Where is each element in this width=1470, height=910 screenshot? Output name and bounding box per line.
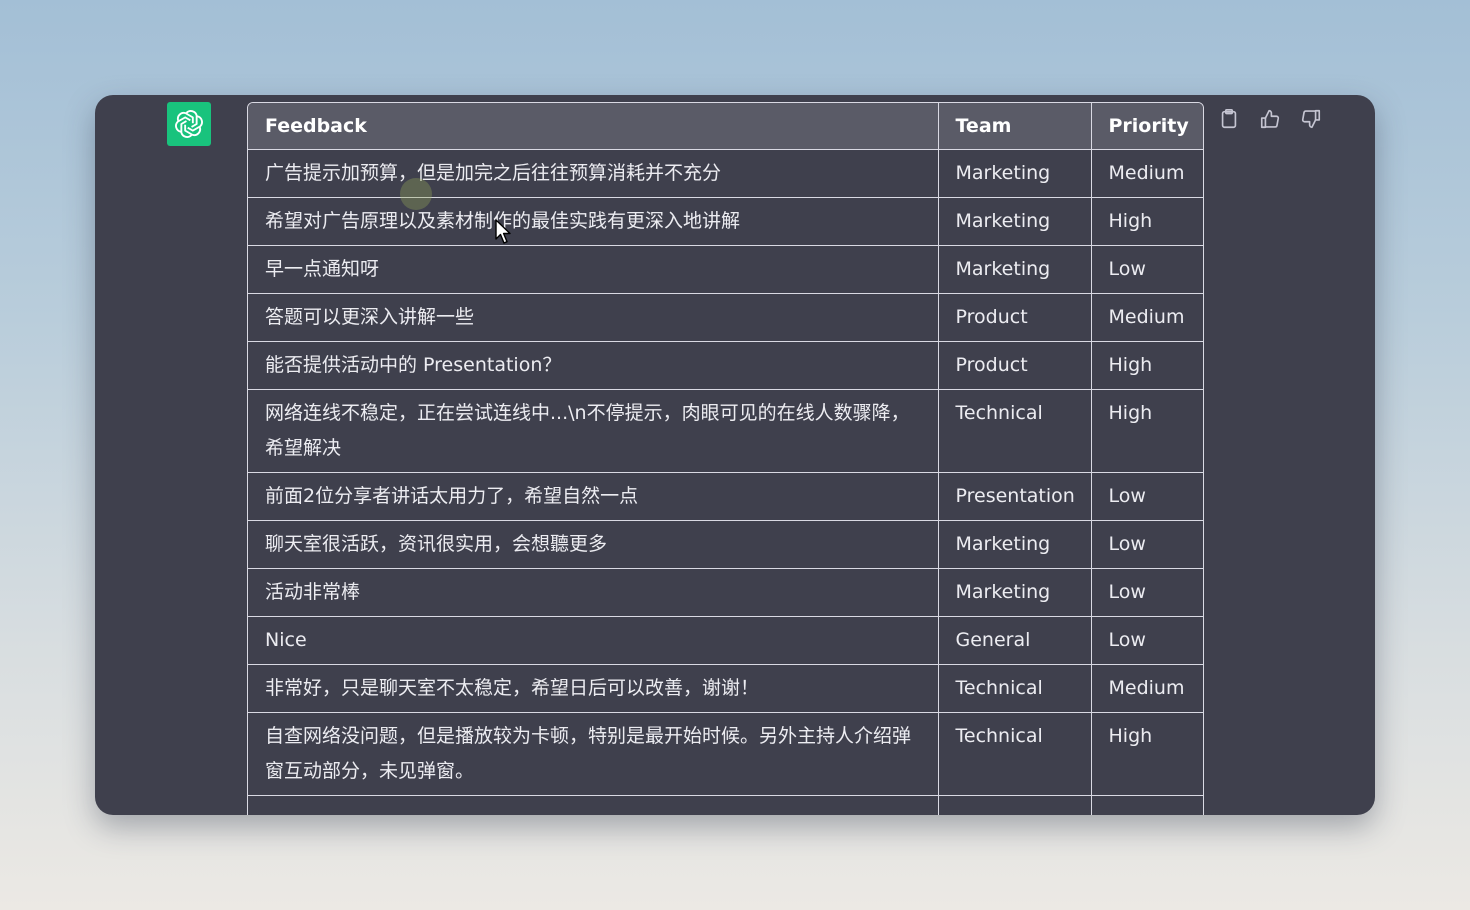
- priority-cell: Low: [1091, 472, 1203, 521]
- feedback-cell: 网络连线不稳定，正在尝试连线中...\n不停提示，肉眼可见的在线人数骤降，希望解…: [248, 389, 939, 473]
- feedback-cell: [248, 795, 939, 815]
- team-cell: Product: [938, 293, 1092, 342]
- team-cell: Presentation: [938, 472, 1092, 521]
- team-cell: Marketing: [938, 149, 1092, 198]
- feedback-cell: 希望对广告原理以及素材制作的最佳实践有更深入地讲解: [248, 197, 939, 246]
- feedback-cell: 聊天室很活跃，资讯很实用，会想聽更多: [248, 520, 939, 569]
- priority-cell: High: [1091, 389, 1203, 473]
- table-row: 自查网络没问题，但是播放较为卡顿，特别是最开始时候。另外主持人介绍弹窗互动部分，…: [248, 712, 1203, 796]
- table-row: 答题可以更深入讲解一些 Product Medium: [248, 293, 1203, 342]
- feedback-cell: 广告提示加预算，但是加完之后往往预算消耗并不充分: [248, 149, 939, 198]
- feedback-cell: 非常好，只是聊天室不太稳定，希望日后可以改善，谢谢！: [248, 664, 939, 713]
- priority-cell: Low: [1091, 245, 1203, 294]
- feedback-cell: Nice: [248, 616, 939, 665]
- priority-cell: Low: [1091, 616, 1203, 665]
- assistant-avatar: [167, 102, 211, 146]
- team-cell: Marketing: [938, 568, 1092, 617]
- message-actions: [1217, 107, 1323, 131]
- mouse-cursor-icon: [495, 219, 511, 244]
- team-cell: Technical: [938, 664, 1092, 713]
- team-cell: Marketing: [938, 197, 1092, 246]
- thumbs-down-button[interactable]: [1299, 107, 1323, 131]
- thumbs-down-icon: [1301, 109, 1321, 129]
- table-row: 聊天室很活跃，资讯很实用，会想聽更多 Marketing Low: [248, 520, 1203, 569]
- team-cell: [938, 795, 1092, 815]
- copy-button[interactable]: [1217, 107, 1241, 131]
- column-header-team: Team: [938, 103, 1092, 150]
- feedback-cell: 早一点通知呀: [248, 245, 939, 294]
- table-row: 能否提供活动中的 Presentation？ Product High: [248, 341, 1203, 390]
- feedback-cell: 活动非常棒: [248, 568, 939, 617]
- priority-cell: [1091, 795, 1203, 815]
- feedback-cell: 答题可以更深入讲解一些: [248, 293, 939, 342]
- chat-window: Feedback Team Priority 广告提示加预算，但是加完之后往往预…: [95, 95, 1375, 815]
- team-cell: Marketing: [938, 245, 1092, 294]
- table-row: 活动非常棒 Marketing Low: [248, 568, 1203, 617]
- feedback-cell: 能否提供活动中的 Presentation？: [248, 341, 939, 390]
- team-cell: Technical: [938, 712, 1092, 796]
- thumbs-up-icon: [1260, 109, 1280, 129]
- priority-cell: High: [1091, 341, 1203, 390]
- priority-cell: High: [1091, 197, 1203, 246]
- table-header-row: Feedback Team Priority: [248, 103, 1203, 150]
- team-cell: General: [938, 616, 1092, 665]
- feedback-table-container: Feedback Team Priority 广告提示加预算，但是加完之后往往预…: [247, 102, 1204, 815]
- column-header-priority: Priority: [1091, 103, 1203, 150]
- table-row: 希望对广告原理以及素材制作的最佳实践有更深入地讲解 Marketing High: [248, 197, 1203, 246]
- click-indicator: [400, 178, 432, 210]
- priority-cell: High: [1091, 712, 1203, 796]
- priority-cell: Medium: [1091, 664, 1203, 713]
- column-header-feedback: Feedback: [248, 103, 939, 150]
- team-cell: Technical: [938, 389, 1092, 473]
- team-cell: Product: [938, 341, 1092, 390]
- table-row: 早一点通知呀 Marketing Low: [248, 245, 1203, 294]
- team-cell: Marketing: [938, 520, 1092, 569]
- table-row: Nice General Low: [248, 616, 1203, 665]
- table-row: 前面2位分享者讲话太用力了，希望自然一点 Presentation Low: [248, 472, 1203, 521]
- priority-cell: Medium: [1091, 149, 1203, 198]
- priority-cell: Low: [1091, 520, 1203, 569]
- table-row: 非常好，只是聊天室不太稳定，希望日后可以改善，谢谢！ Technical Med…: [248, 664, 1203, 713]
- feedback-cell: 自查网络没问题，但是播放较为卡顿，特别是最开始时候。另外主持人介绍弹窗互动部分，…: [248, 712, 939, 796]
- feedback-table: Feedback Team Priority 广告提示加预算，但是加完之后往往预…: [248, 103, 1203, 815]
- thumbs-up-button[interactable]: [1258, 107, 1282, 131]
- openai-logo-icon: [175, 110, 203, 138]
- table-row: 网络连线不稳定，正在尝试连线中...\n不停提示，肉眼可见的在线人数骤降，希望解…: [248, 389, 1203, 473]
- clipboard-icon: [1221, 109, 1237, 129]
- priority-cell: Low: [1091, 568, 1203, 617]
- table-row: 广告提示加预算，但是加完之后往往预算消耗并不充分 Marketing Mediu…: [248, 149, 1203, 198]
- priority-cell: Medium: [1091, 293, 1203, 342]
- feedback-cell: 前面2位分享者讲话太用力了，希望自然一点: [248, 472, 939, 521]
- table-row: [248, 795, 1203, 815]
